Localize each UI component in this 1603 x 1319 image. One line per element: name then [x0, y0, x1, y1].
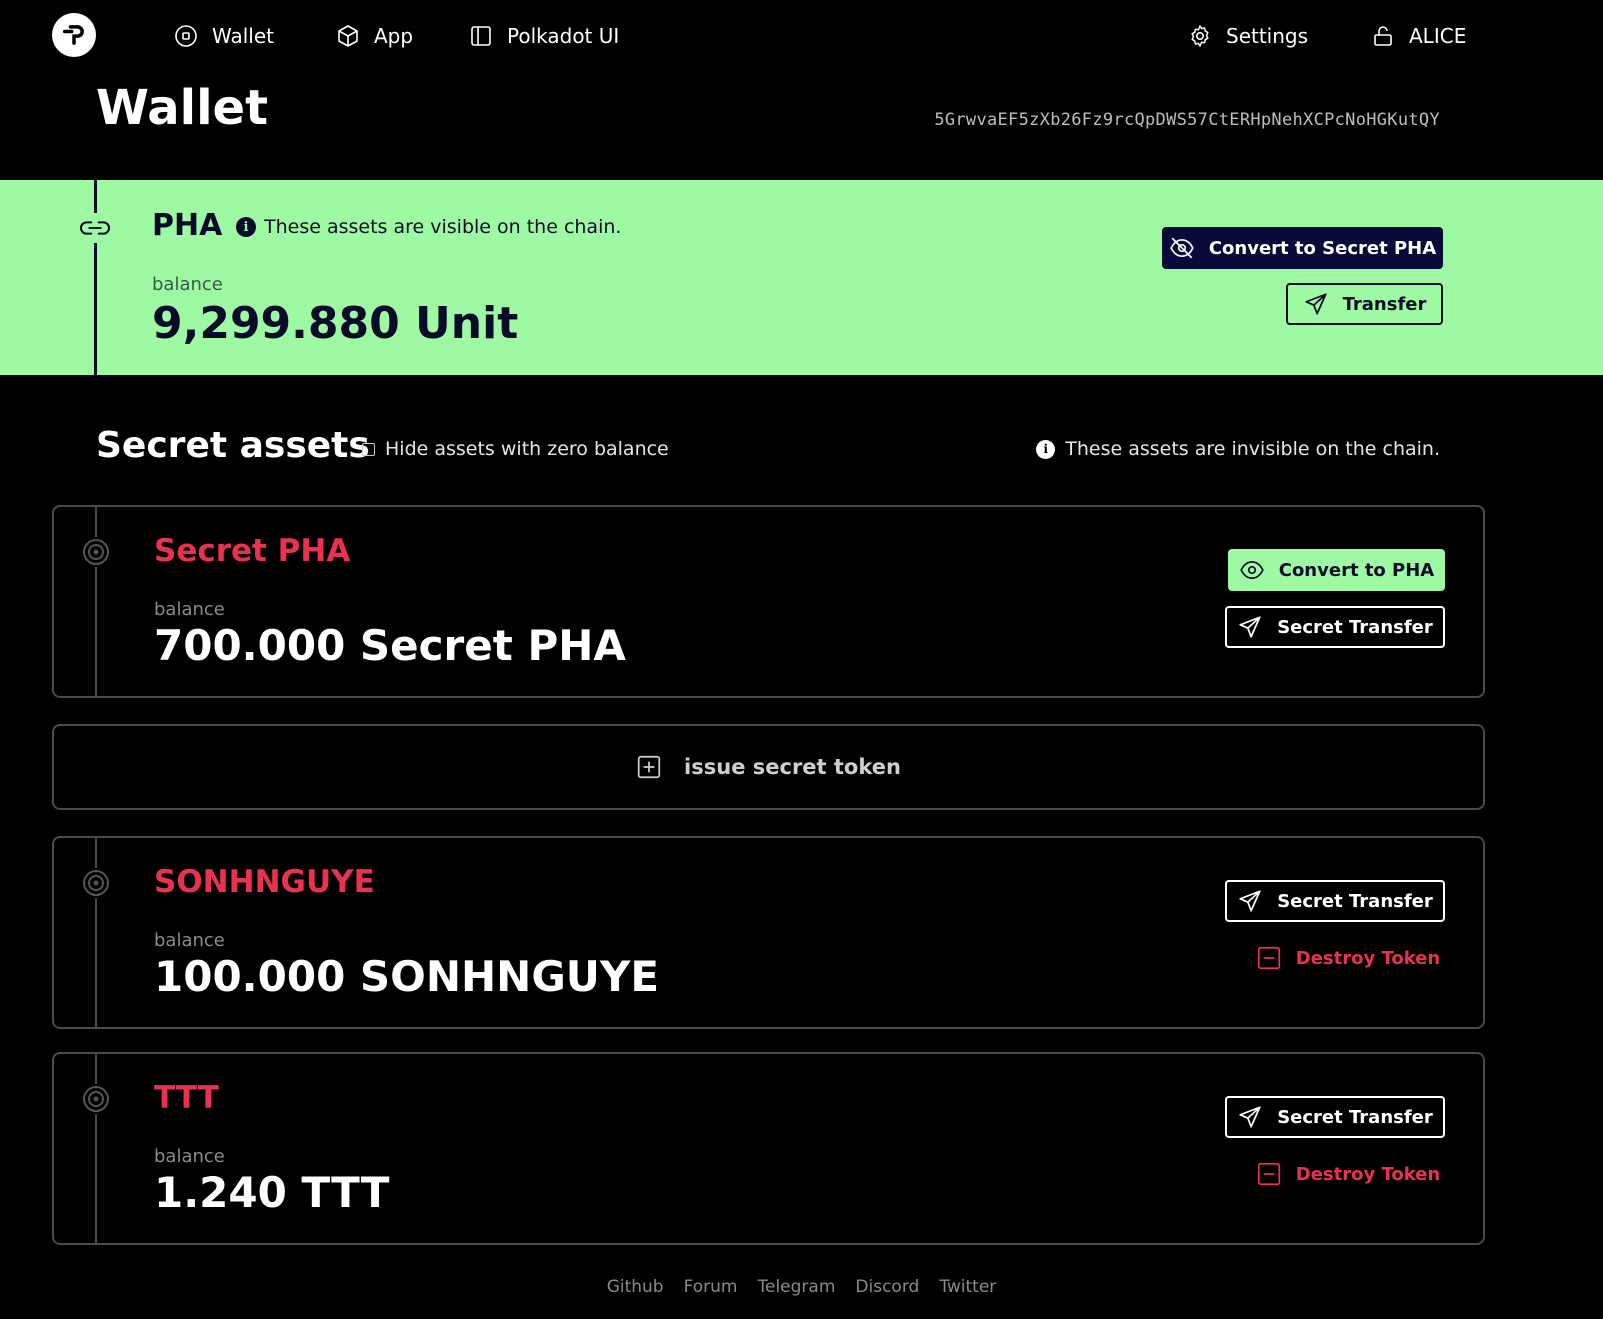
convert-to-secret-pha-button[interactable]: Convert to Secret PHA	[1162, 227, 1443, 269]
footer-link-telegram[interactable]: Telegram	[758, 1277, 836, 1297]
nav-settings[interactable]: Settings	[1188, 20, 1308, 52]
send-icon	[1304, 293, 1327, 315]
phala-logo[interactable]	[52, 13, 96, 57]
destroy-token-button[interactable]: Destroy Token	[1251, 1153, 1445, 1195]
nav-app[interactable]: App	[336, 20, 413, 52]
secret-asset-card: SONHNGUYE balance 100.000 SONHNGUYE Secr…	[52, 836, 1485, 1029]
send-icon	[1239, 616, 1261, 638]
secret-asset-balance-label: balance	[154, 599, 225, 620]
gear-icon	[1191, 25, 1209, 47]
target-icon	[81, 1084, 111, 1114]
transfer-label: Transfer	[1342, 293, 1427, 315]
wallet-icon	[175, 25, 197, 47]
nav-wallet[interactable]: Wallet	[174, 20, 274, 52]
nav-settings-label: Settings	[1226, 24, 1309, 48]
pha-timeline-line	[94, 180, 97, 375]
pha-asset-name: PHA	[152, 208, 223, 243]
target-icon	[81, 868, 111, 898]
pha-balance-value: 9,299.880 Unit	[152, 298, 519, 349]
secret-transfer-label: Secret Transfer	[1277, 1106, 1433, 1128]
footer: Github Forum Telegram Discord Twitter	[0, 1277, 1603, 1297]
secret-asset-balance: 100.000 SONHNGUYE	[154, 952, 660, 1001]
card-timeline-line	[95, 838, 97, 1027]
secret-asset-card: Secret PHA balance 700.000 Secret PHA Co…	[52, 505, 1485, 698]
secret-asset-balance-label: balance	[154, 1146, 225, 1167]
nav-app-label: App	[374, 24, 414, 48]
destroy-token-label: Destroy Token	[1295, 947, 1441, 969]
secret-asset-balance: 1.240 TTT	[154, 1168, 390, 1217]
convert-to-secret-pha-label: Convert to Secret PHA	[1208, 237, 1437, 259]
convert-to-pha-button[interactable]: Convert to PHA	[1228, 549, 1445, 591]
issue-secret-token-button[interactable]: issue secret token	[52, 724, 1485, 810]
minus-square-icon	[1257, 1162, 1280, 1186]
send-icon	[1239, 890, 1261, 912]
secret-transfer-button[interactable]: Secret Transfer	[1225, 606, 1445, 648]
account-address[interactable]: 5GrwvaEF5zXb26Fz9rcQpDWS57CtERHpNehXCPcN…	[934, 110, 1440, 130]
transfer-button[interactable]: Transfer	[1286, 283, 1443, 325]
secret-transfer-button[interactable]: Secret Transfer	[1225, 880, 1445, 922]
hide-zero-balance-label: Hide assets with zero balance	[385, 438, 669, 460]
phala-logo-icon	[62, 25, 84, 45]
footer-link-discord[interactable]: Discord	[855, 1277, 919, 1297]
info-icon: i	[1036, 439, 1056, 459]
pha-asset-panel: PHA i These assets are visible on the ch…	[0, 180, 1603, 375]
nav-account[interactable]: ALICE	[1371, 20, 1466, 52]
eye-icon	[1239, 561, 1264, 579]
secret-transfer-label: Secret Transfer	[1277, 890, 1433, 912]
sidebar-icon	[471, 26, 491, 46]
account-name: ALICE	[1409, 24, 1467, 48]
footer-link-github[interactable]: Github	[607, 1277, 664, 1297]
pha-visibility-note: i These assets are visible on the chain.	[236, 216, 621, 238]
page-title: Wallet	[96, 80, 269, 136]
card-timeline-line	[95, 507, 97, 696]
secret-asset-name: Secret PHA	[154, 533, 351, 569]
secret-assets-title: Secret assets	[96, 425, 370, 466]
footer-link-forum[interactable]: Forum	[684, 1277, 738, 1297]
secret-asset-balance-label: balance	[154, 930, 225, 951]
secret-asset-card: TTT balance 1.240 TTT Secret Transfer De…	[52, 1052, 1485, 1245]
card-timeline-line	[95, 1054, 97, 1243]
eye-off-icon	[1170, 237, 1194, 259]
hide-zero-balance-toggle[interactable]: Hide assets with zero balance	[362, 438, 669, 460]
info-icon: i	[236, 217, 256, 237]
secret-transfer-label: Secret Transfer	[1277, 616, 1433, 638]
pha-balance-label: balance	[152, 274, 223, 295]
secret-asset-balance: 700.000 Secret PHA	[154, 621, 626, 670]
link-icon	[78, 213, 112, 243]
convert-to-pha-label: Convert to PHA	[1278, 559, 1435, 581]
unlock-icon	[1374, 26, 1392, 46]
secret-asset-name: TTT	[154, 1080, 219, 1116]
nav-wallet-label: Wallet	[212, 24, 275, 48]
secret-asset-name: SONHNGUYE	[154, 864, 375, 900]
cube-icon	[338, 25, 358, 47]
destroy-token-button[interactable]: Destroy Token	[1251, 937, 1445, 979]
top-nav: Wallet App Polkadot UI Settings ALICE	[0, 0, 1603, 72]
nav-polkadot-ui-label: Polkadot UI	[507, 24, 620, 48]
nav-polkadot-ui[interactable]: Polkadot UI	[469, 20, 619, 52]
hide-zero-balance-checkbox[interactable]	[362, 442, 375, 456]
minus-square-icon	[1257, 946, 1280, 970]
pha-visibility-text: These assets are visible on the chain.	[264, 216, 622, 238]
secret-visibility-text: These assets are invisible on the chain.	[1065, 438, 1440, 460]
issue-secret-token-label: issue secret token	[684, 755, 901, 779]
destroy-token-label: Destroy Token	[1295, 1163, 1441, 1185]
secret-transfer-button[interactable]: Secret Transfer	[1225, 1096, 1445, 1138]
footer-link-twitter[interactable]: Twitter	[939, 1277, 996, 1297]
send-icon	[1239, 1106, 1261, 1128]
secret-visibility-note: i These assets are invisible on the chai…	[1036, 438, 1440, 460]
target-icon	[81, 537, 111, 567]
plus-square-icon	[637, 755, 661, 779]
